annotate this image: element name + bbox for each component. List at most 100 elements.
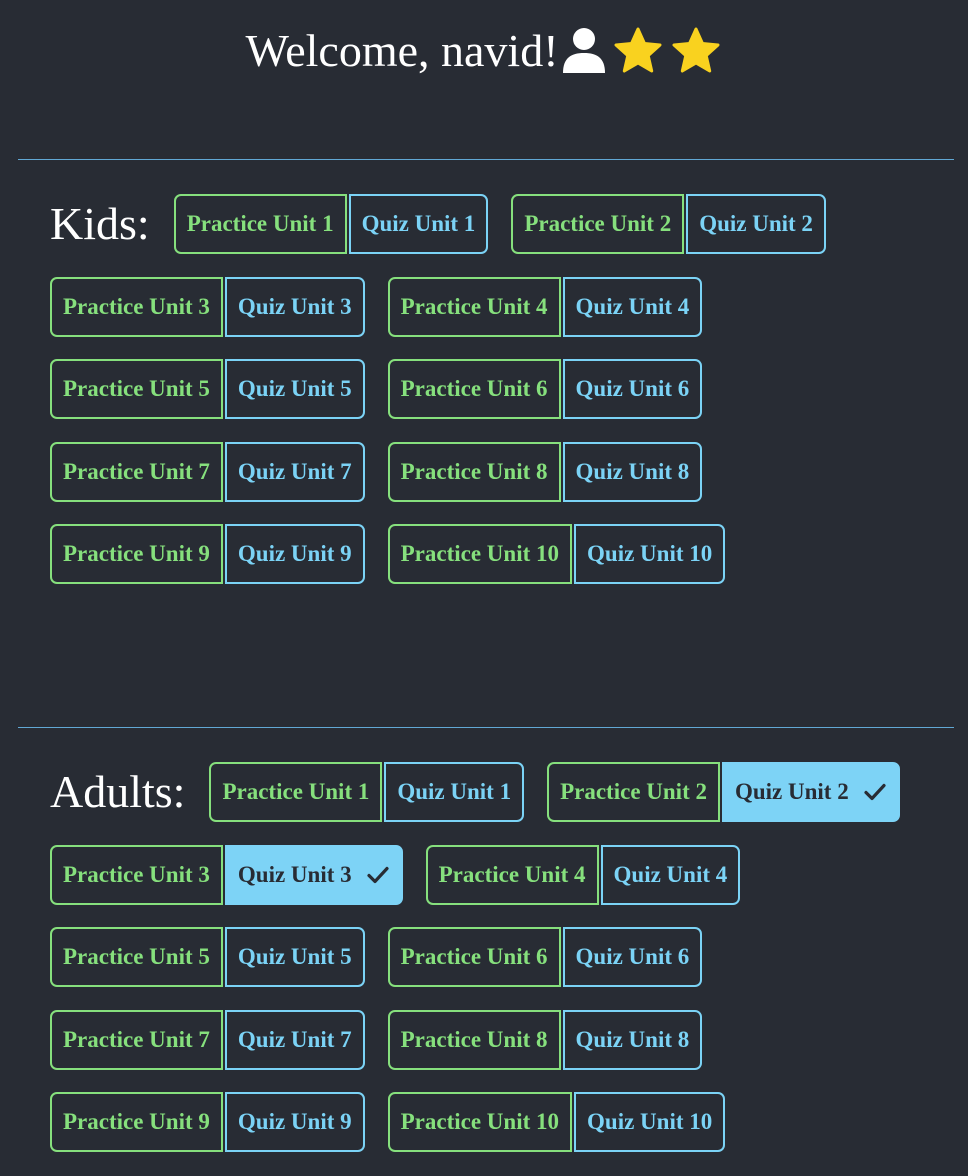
kids-unit-group-7: Practice Unit 7 Quiz Unit 7 [50, 442, 365, 502]
adults-practice-unit-9-button[interactable]: Practice Unit 9 [50, 1092, 223, 1152]
adults-unit-group-2: Practice Unit 2 Quiz Unit 2 [547, 762, 900, 822]
kids-unit-row: Kids: Practice Unit 1 Quiz Unit 1 Practice … [50, 194, 826, 254]
kids-unit-row: Practice Unit 5 Quiz Unit 5 Practice Unit … [50, 359, 703, 419]
adults-unit-group-3: Practice Unit 3 Quiz Unit 3 [50, 845, 403, 905]
kids-quiz-unit-6-button[interactable]: Quiz Unit 6 [562, 359, 703, 419]
kids-quiz-unit-9-button[interactable]: Quiz Unit 9 [224, 524, 365, 584]
kids-practice-unit-7-button[interactable]: Practice Unit 7 [50, 442, 223, 502]
adults-practice-unit-10-button[interactable]: Practice Unit 10 [387, 1092, 573, 1152]
kids-unit-group-9: Practice Unit 9 Quiz Unit 9 [50, 524, 365, 584]
kids-practice-unit-2-button[interactable]: Practice Unit 2 [511, 194, 685, 254]
adults-unit-row: Practice Unit 5 Quiz Unit 5 Practice Unit … [50, 927, 703, 987]
quiz-button-label: Quiz Unit 9 [237, 1109, 352, 1134]
adults-quiz-unit-7-button[interactable]: Quiz Unit 7 [224, 1010, 365, 1070]
star-icon [611, 24, 665, 78]
practice-button-label: Practice Unit 7 [63, 1027, 210, 1052]
user-icon[interactable] [561, 25, 607, 77]
kids-unit-group-1: Practice Unit 1 Quiz Unit 1 [173, 194, 489, 254]
adults-practice-unit-4-button[interactable]: Practice Unit 4 [425, 845, 599, 905]
adults-unit-group-4: Practice Unit 4 Quiz Unit 4 [425, 845, 741, 905]
adults-quiz-unit-9-button[interactable]: Quiz Unit 9 [224, 1092, 365, 1152]
practice-button-label: Practice Unit 5 [63, 944, 210, 969]
kids-quiz-unit-5-button[interactable]: Quiz Unit 5 [224, 359, 365, 419]
practice-button-label: Practice Unit 7 [63, 459, 210, 484]
adults-quiz-unit-10-button[interactable]: Quiz Unit 10 [574, 1092, 726, 1152]
adults-quiz-unit-5-button[interactable]: Quiz Unit 5 [224, 927, 365, 987]
quiz-button-label: Quiz Unit 9 [237, 541, 352, 566]
practice-button-label: Practice Unit 9 [63, 1109, 210, 1134]
kids-quiz-unit-3-button[interactable]: Quiz Unit 3 [224, 277, 365, 337]
checkmark-icon [863, 780, 887, 804]
kids-unit-row: Practice Unit 3 Quiz Unit 3 Practice Unit … [50, 277, 703, 337]
adults-practice-unit-7-button[interactable]: Practice Unit 7 [50, 1010, 223, 1070]
quiz-button-label: Quiz Unit 10 [587, 1109, 713, 1134]
kids-quiz-unit-4-button[interactable]: Quiz Unit 4 [562, 277, 703, 337]
kids-practice-unit-9-button[interactable]: Practice Unit 9 [50, 524, 223, 584]
adults-practice-unit-2-button[interactable]: Practice Unit 2 [547, 762, 720, 822]
kids-unit-row: Practice Unit 9 Quiz Unit 9 Practice Unit … [50, 524, 726, 584]
adults-unit-group-6: Practice Unit 6 Quiz Unit 6 [387, 927, 703, 987]
quiz-button-label: Quiz Unit 2 [734, 779, 849, 804]
kids-quiz-unit-1-button[interactable]: Quiz Unit 1 [348, 194, 489, 254]
quiz-button-label: Quiz Unit 8 [575, 459, 690, 484]
practice-button-label: Practice Unit 5 [63, 376, 210, 401]
quiz-button-label: Quiz Unit 5 [237, 376, 352, 401]
quiz-button-label: Quiz Unit 4 [613, 862, 728, 887]
section-divider-kids [18, 159, 954, 160]
adults-quiz-unit-4-button[interactable]: Quiz Unit 4 [600, 845, 741, 905]
kids-quiz-unit-2-button[interactable]: Quiz Unit 2 [686, 194, 826, 254]
kids-practice-unit-10-button[interactable]: Practice Unit 10 [387, 524, 573, 584]
welcome-message: Welcome, navid! [245, 25, 559, 76]
kids-quiz-unit-7-button[interactable]: Quiz Unit 7 [224, 442, 365, 502]
kids-practice-unit-5-button[interactable]: Practice Unit 5 [50, 359, 223, 419]
adults-quiz-unit-2-button[interactable]: Quiz Unit 2 [721, 762, 900, 822]
adults-unit-row: Practice Unit 9 Quiz Unit 9 Practice Unit … [50, 1092, 726, 1152]
adults-practice-unit-6-button[interactable]: Practice Unit 6 [387, 927, 561, 987]
practice-button-label: Practice Unit 6 [400, 376, 548, 401]
adults-unit-group-7: Practice Unit 7 Quiz Unit 7 [50, 1010, 365, 1070]
section-divider-adults [18, 727, 954, 728]
adults-quiz-unit-3-button[interactable]: Quiz Unit 3 [224, 845, 403, 905]
section-label-adults: Adults: [50, 766, 186, 817]
practice-button-label: Practice Unit 6 [400, 944, 548, 969]
adults-unit-group-10: Practice Unit 10 Quiz Unit 10 [387, 1092, 726, 1152]
quiz-button-label: Quiz Unit 3 [237, 862, 352, 887]
quiz-button-label: Quiz Unit 1 [361, 211, 476, 236]
quiz-button-label: Quiz Unit 10 [587, 541, 713, 566]
quiz-button-label: Quiz Unit 1 [397, 779, 512, 804]
practice-button-label: Practice Unit 2 [560, 779, 707, 804]
kids-quiz-unit-10-button[interactable]: Quiz Unit 10 [574, 524, 726, 584]
kids-practice-unit-1-button[interactable]: Practice Unit 1 [173, 194, 347, 254]
kids-unit-group-10: Practice Unit 10 Quiz Unit 10 [387, 524, 726, 584]
adults-unit-row: Practice Unit 3 Quiz Unit 3 Practice Unit … [50, 845, 741, 905]
kids-practice-unit-6-button[interactable]: Practice Unit 6 [387, 359, 561, 419]
kids-quiz-unit-8-button[interactable]: Quiz Unit 8 [562, 442, 703, 502]
practice-button-label: Practice Unit 1 [222, 779, 370, 804]
practice-button-label: Practice Unit 8 [400, 1027, 548, 1052]
practice-button-label: Practice Unit 8 [400, 459, 548, 484]
adults-quiz-unit-1-button[interactable]: Quiz Unit 1 [384, 762, 525, 822]
kids-practice-unit-8-button[interactable]: Practice Unit 8 [387, 442, 561, 502]
section-label-kids: Kids: [50, 198, 150, 249]
quiz-button-label: Quiz Unit 6 [575, 376, 690, 401]
quiz-button-label: Quiz Unit 7 [237, 459, 352, 484]
kids-unit-group-8: Practice Unit 8 Quiz Unit 8 [387, 442, 703, 502]
practice-button-label: Practice Unit 10 [400, 541, 560, 566]
adults-practice-unit-3-button[interactable]: Practice Unit 3 [50, 845, 223, 905]
practice-button-label: Practice Unit 4 [400, 294, 548, 319]
adults-quiz-unit-6-button[interactable]: Quiz Unit 6 [562, 927, 703, 987]
practice-button-label: Practice Unit 3 [63, 862, 210, 887]
quiz-button-label: Quiz Unit 7 [237, 1027, 352, 1052]
kids-unit-group-3: Practice Unit 3 Quiz Unit 3 [50, 277, 365, 337]
kids-practice-unit-3-button[interactable]: Practice Unit 3 [50, 277, 223, 337]
kids-unit-group-4: Practice Unit 4 Quiz Unit 4 [387, 277, 703, 337]
adults-practice-unit-5-button[interactable]: Practice Unit 5 [50, 927, 223, 987]
adults-unit-row: Practice Unit 7 Quiz Unit 7 Practice Unit … [50, 1010, 703, 1070]
adults-unit-row: Adults: Practice Unit 1 Quiz Unit 1 Practic… [50, 762, 900, 822]
adults-quiz-unit-8-button[interactable]: Quiz Unit 8 [562, 1010, 703, 1070]
adults-unit-group-9: Practice Unit 9 Quiz Unit 9 [50, 1092, 365, 1152]
kids-practice-unit-4-button[interactable]: Practice Unit 4 [387, 277, 561, 337]
adults-practice-unit-1-button[interactable]: Practice Unit 1 [209, 762, 383, 822]
quiz-button-label: Quiz Unit 6 [575, 944, 690, 969]
adults-practice-unit-8-button[interactable]: Practice Unit 8 [387, 1010, 561, 1070]
